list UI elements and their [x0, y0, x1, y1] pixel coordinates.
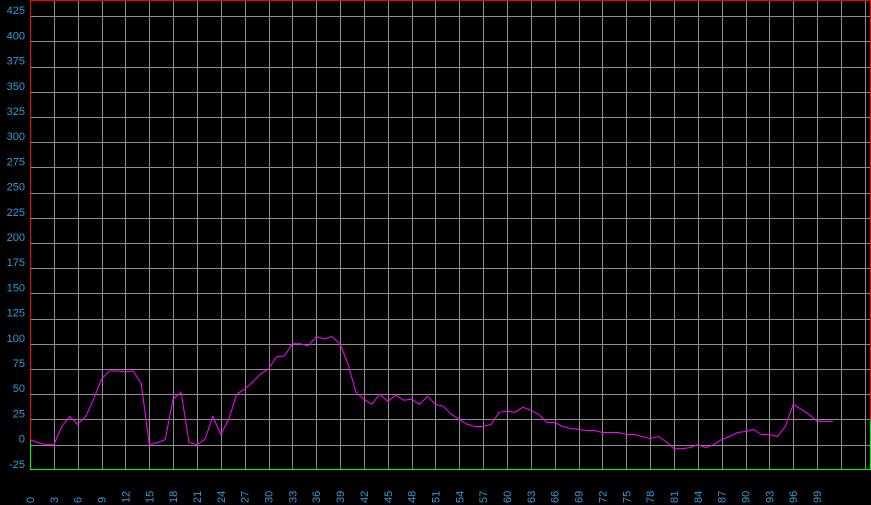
- y-tick-label: 200: [7, 232, 25, 244]
- y-tick-label: 50: [13, 383, 25, 395]
- x-tick-label: 30: [264, 491, 276, 503]
- x-tick-label: 90: [741, 491, 753, 503]
- y-tick-label: 125: [7, 308, 25, 320]
- y-tick-label: 275: [7, 156, 25, 168]
- x-tick-label: 66: [550, 491, 562, 503]
- y-tick-label: 75: [13, 358, 25, 370]
- y-tick-label: 300: [7, 131, 25, 143]
- y-tick-label: -25: [9, 459, 25, 471]
- y-tick-label: 425: [7, 5, 25, 17]
- x-tick-label: 39: [335, 491, 347, 503]
- x-tick-label: 57: [478, 491, 490, 503]
- y-tick-label: 25: [13, 408, 25, 420]
- x-tick-label: 48: [407, 491, 419, 503]
- y-tick-label: 0: [19, 434, 25, 446]
- x-tick-label: 75: [621, 491, 633, 503]
- x-tick-label: 36: [311, 491, 323, 503]
- y-tick-label: 225: [7, 207, 25, 219]
- chart-canvas: -250255075100125150175200225250275300325…: [0, 0, 871, 505]
- line-chart: -25 0 25 50 75 100 125 150 175 200 225 250 275 300 325…: [0, 0, 871, 505]
- x-tick-label: 12: [120, 491, 132, 503]
- x-tick-label: 84: [693, 491, 705, 503]
- x-tick-label: 0: [25, 497, 37, 503]
- x-tick-label: 15: [144, 491, 156, 503]
- x-tick-label: 6: [73, 497, 85, 503]
- x-tick-label: 99: [812, 491, 824, 503]
- x-tick-label: 87: [717, 491, 729, 503]
- x-tick-label: 27: [240, 491, 252, 503]
- x-tick-label: 96: [788, 491, 800, 503]
- x-tick-label: 78: [645, 491, 657, 503]
- y-tick-label: 175: [7, 257, 25, 269]
- y-tick-label: 400: [7, 30, 25, 42]
- x-tick-label: 93: [764, 491, 776, 503]
- x-tick-label: 21: [192, 491, 204, 503]
- x-tick-label: 72: [597, 491, 609, 503]
- x-tick-label: 33: [287, 491, 299, 503]
- x-tick-label: 60: [502, 491, 514, 503]
- x-tick-label: 18: [168, 491, 180, 503]
- y-tick-label: 150: [7, 282, 25, 294]
- x-tick-label: 3: [49, 497, 61, 503]
- y-tick-label: 350: [7, 81, 25, 93]
- x-tick-label: 54: [454, 491, 466, 503]
- x-tick-label: 81: [669, 491, 681, 503]
- x-tick-label: 69: [574, 491, 586, 503]
- x-tick-label: 51: [430, 491, 442, 503]
- y-tick-label: 250: [7, 182, 25, 194]
- y-tick-label: 100: [7, 333, 25, 345]
- y-tick-label: 375: [7, 56, 25, 68]
- x-tick-label: 63: [526, 491, 538, 503]
- x-tick-label: 9: [97, 497, 109, 503]
- x-tick-label: 24: [216, 491, 228, 503]
- x-tick-label: 42: [359, 491, 371, 503]
- x-tick-label: 45: [383, 491, 395, 503]
- y-tick-label: 325: [7, 106, 25, 118]
